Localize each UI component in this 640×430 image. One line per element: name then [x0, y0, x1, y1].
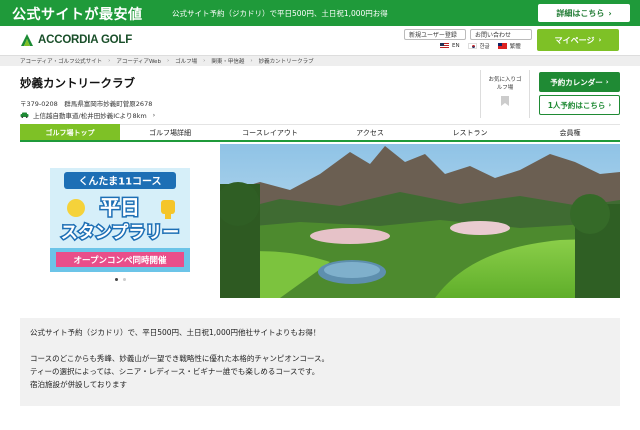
lang-en[interactable]: EN	[440, 43, 460, 49]
accordia-logo[interactable]: ACCORDIA GOLF	[20, 33, 132, 47]
banner-line4: オープンコンペ同時開催	[74, 255, 167, 266]
description-line: コースのどこからも秀峰、妙義山が一望でき戦略性に優れた本格的チャンピオンコース。	[30, 354, 329, 363]
favorite-course-button[interactable]: お気に入りゴルフ場	[480, 70, 530, 118]
single-reservation-label: 1人予約はこちら	[547, 100, 606, 110]
lang-ko[interactable]: 한글	[467, 42, 490, 50]
breadcrumb: アコーディア・ゴルフ公式サイト › アコーディアWeb › ゴルフ場 › 関東・…	[20, 57, 314, 65]
logo-text: ACCORDIA GOLF	[38, 34, 133, 46]
tab-top[interactable]: ゴルフ場トップ	[20, 124, 120, 140]
chevron-right-icon: ›	[605, 78, 609, 86]
contact-link[interactable]: お問い合わせ	[470, 29, 532, 40]
hero-section: くんたま11コース 平日 スタンプラリー オープンコンペ同時開催	[20, 144, 620, 298]
breadcrumb-separator: ›	[166, 58, 170, 64]
breadcrumb-item[interactable]: アコーディアWeb	[116, 57, 161, 65]
korea-flag-icon	[467, 43, 477, 49]
lang-zh[interactable]: 繁體	[497, 42, 521, 50]
breadcrumb-separator: ›	[108, 58, 111, 64]
banner-line3: スタンプラリー	[61, 222, 180, 243]
tab-details[interactable]: ゴルフ場詳細	[120, 124, 220, 140]
promo-text: 公式サイト予約（ジカドリ）で平日500円、土日祝1,000円お得	[172, 9, 388, 18]
tab-layout[interactable]: コースレイアウト	[220, 124, 320, 140]
lang-en-label: EN	[452, 43, 460, 49]
breadcrumb-bar: アコーディア・ゴルフ公式サイト › アコーディアWeb › ゴルフ場 › 関東・…	[0, 55, 640, 66]
lang-zh-label: 繁體	[509, 44, 521, 50]
header-links: 新規ユーザー登録 お問い合わせ	[404, 29, 532, 40]
single-reservation-button[interactable]: 1人予約はこちら ›	[539, 95, 620, 115]
favorite-label: お気に入りゴルフ場	[488, 77, 522, 91]
course-photo-art	[220, 144, 620, 298]
chevron-right-icon: ›	[598, 36, 602, 44]
breadcrumb-separator: ›	[250, 58, 253, 64]
carousel-dot[interactable]	[115, 278, 118, 281]
mypage-label: マイページ	[554, 35, 595, 45]
chevron-right-icon: ›	[608, 8, 612, 18]
carousel-dot[interactable]	[123, 278, 126, 281]
breadcrumb-item[interactable]: 関東・甲信越	[211, 57, 244, 65]
lang-ko-label: 한글	[479, 44, 490, 50]
breadcrumb-current: 妙義カントリークラブ	[258, 59, 314, 65]
course-access[interactable]: 上信越自動車道/松井田妙義ICより8km ›	[20, 110, 155, 120]
description-line: ティーの選択によっては、シニア・レディース・ビギナー誰でも楽しめるコースです。	[30, 367, 320, 376]
tab-restaurant[interactable]: レストラン	[420, 124, 520, 140]
car-icon	[20, 112, 29, 118]
us-flag-icon	[440, 43, 449, 49]
course-description: 公式サイト予約（ジカドリ）で、平日500円、土日祝1,000円他社サイトよりもお…	[20, 318, 620, 406]
taiwan-flag-icon	[497, 43, 507, 49]
accordia-logo-icon	[21, 34, 33, 46]
reservation-calendar-button[interactable]: 予約カレンダー ›	[539, 72, 620, 92]
promo-details-label: 詳細はこちら	[556, 8, 605, 18]
bookmark-icon	[501, 96, 509, 106]
mypage-button[interactable]: マイページ ›	[537, 29, 619, 51]
course-photo	[220, 144, 620, 298]
description-line: 公式サイト予約（ジカドリ）で、平日500円、土日祝1,000円他社サイトよりもお…	[30, 328, 321, 337]
course-title: 妙義カントリークラブ	[20, 76, 135, 90]
chevron-right-icon: ›	[152, 111, 156, 119]
banner-line2: 平日	[100, 195, 140, 219]
banner-line1: くんたま11コース	[78, 176, 161, 188]
tab-membership[interactable]: 会員権	[520, 124, 620, 140]
promo-details-button[interactable]: 詳細はこちら ›	[538, 4, 630, 22]
reservation-calendar-label: 予約カレンダー	[550, 77, 603, 87]
tab-access[interactable]: アクセス	[320, 124, 420, 140]
description-gap	[30, 339, 610, 352]
carousel-dots	[115, 278, 126, 281]
course-address: 〒379-0208 群馬県富岡市妙義町菅原2678	[20, 100, 153, 108]
stamp-rally-banner[interactable]: くんたま11コース 平日 スタンプラリー オープンコンペ同時開催	[50, 168, 190, 272]
chevron-right-icon: ›	[608, 101, 612, 109]
course-tabs: ゴルフ場トップ ゴルフ場詳細 コースレイアウト アクセス レストラン 会員権	[20, 124, 620, 142]
description-line: 宿泊施設が併設しております	[30, 380, 128, 389]
language-switcher: EN 한글 繁體	[440, 42, 521, 50]
breadcrumb-item[interactable]: アコーディア・ゴルフ公式サイト	[20, 57, 102, 65]
register-link[interactable]: 新規ユーザー登録	[404, 29, 466, 40]
promo-title: 公式サイトが最安値	[12, 7, 143, 23]
stamp-rally-banner-art: くんたま11コース 平日 スタンプラリー オープンコンペ同時開催	[50, 168, 190, 272]
course-access-label: 上信越自動車道/松井田妙義ICより8km	[33, 112, 147, 120]
promo-bar: 公式サイトが最安値 公式サイト予約（ジカドリ）で平日500円、土日祝1,000円…	[0, 0, 640, 26]
breadcrumb-separator: ›	[203, 58, 206, 64]
breadcrumb-item[interactable]: ゴルフ場	[175, 57, 197, 65]
